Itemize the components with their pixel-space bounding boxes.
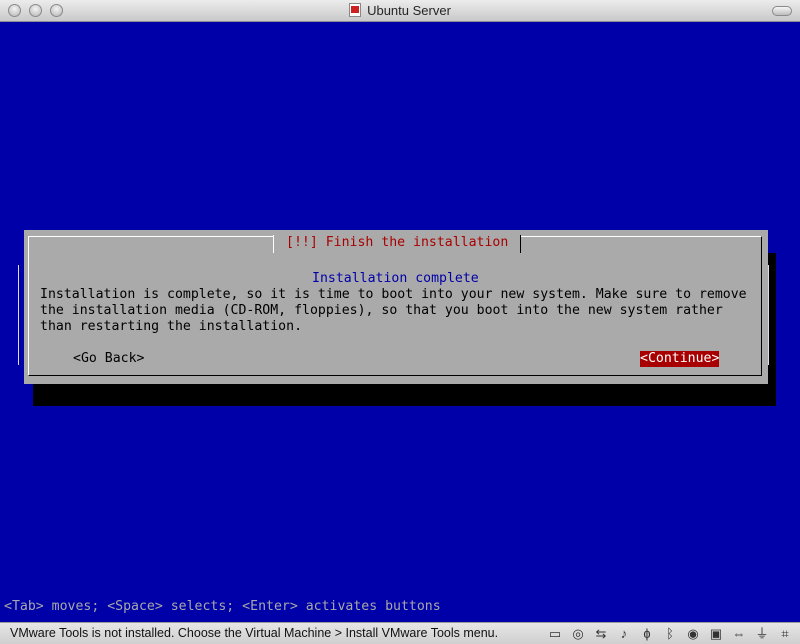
window-titlebar: Ubuntu Server bbox=[0, 0, 800, 22]
bluetooth-icon[interactable]: ᛒ bbox=[661, 626, 679, 641]
cd-rom-icon[interactable]: ◎ bbox=[569, 626, 587, 641]
vmware-status-bar: VMware Tools is not installed. Choose th… bbox=[0, 622, 800, 644]
microphone-icon[interactable]: ɸ bbox=[638, 626, 656, 641]
printer-icon[interactable]: ▣ bbox=[707, 626, 725, 641]
sound-icon[interactable]: ♪ bbox=[615, 626, 633, 641]
dialog-title: [!!] Finish the installation bbox=[273, 235, 522, 253]
hard-disk-icon[interactable]: ▭ bbox=[546, 626, 564, 641]
window-title-area: Ubuntu Server bbox=[0, 3, 800, 18]
keyboard-icon[interactable]: ⇔ bbox=[730, 626, 748, 641]
serial-icon[interactable]: ⌗ bbox=[776, 626, 794, 641]
dialog-subtitle: Installation complete bbox=[312, 271, 479, 286]
keyboard-hint: <Tab> moves; <Space> selects; <Enter> ac… bbox=[4, 599, 441, 614]
dialog-ghost-border-right bbox=[768, 265, 772, 365]
continue-button[interactable]: <Continue> bbox=[640, 351, 720, 367]
vmware-tools-message: VMware Tools is not installed. Choose th… bbox=[10, 626, 499, 640]
dialog-body-text: Installation is complete, so it is time … bbox=[40, 287, 747, 334]
go-back-button[interactable]: <Go Back> bbox=[73, 351, 144, 367]
usb-icon[interactable]: ⏚ bbox=[753, 626, 771, 641]
camera-icon[interactable]: ◉ bbox=[684, 626, 702, 641]
device-tray: ▭ ◎ ⇆ ♪ ɸ ᛒ ◉ ▣ ⇔ ⏚ ⌗ bbox=[546, 626, 794, 641]
dialog-shadow bbox=[33, 384, 776, 406]
dialog-ghost-border-left bbox=[18, 265, 22, 365]
toolbar-toggle-button[interactable] bbox=[772, 6, 792, 16]
document-icon bbox=[349, 3, 362, 17]
network-icon[interactable]: ⇆ bbox=[592, 626, 610, 641]
vm-console-screen[interactable]: [!!] Finish the installation Installatio… bbox=[0, 22, 800, 622]
window-title: Ubuntu Server bbox=[367, 3, 451, 18]
finish-installation-dialog: [!!] Finish the installation Installatio… bbox=[18, 230, 769, 384]
